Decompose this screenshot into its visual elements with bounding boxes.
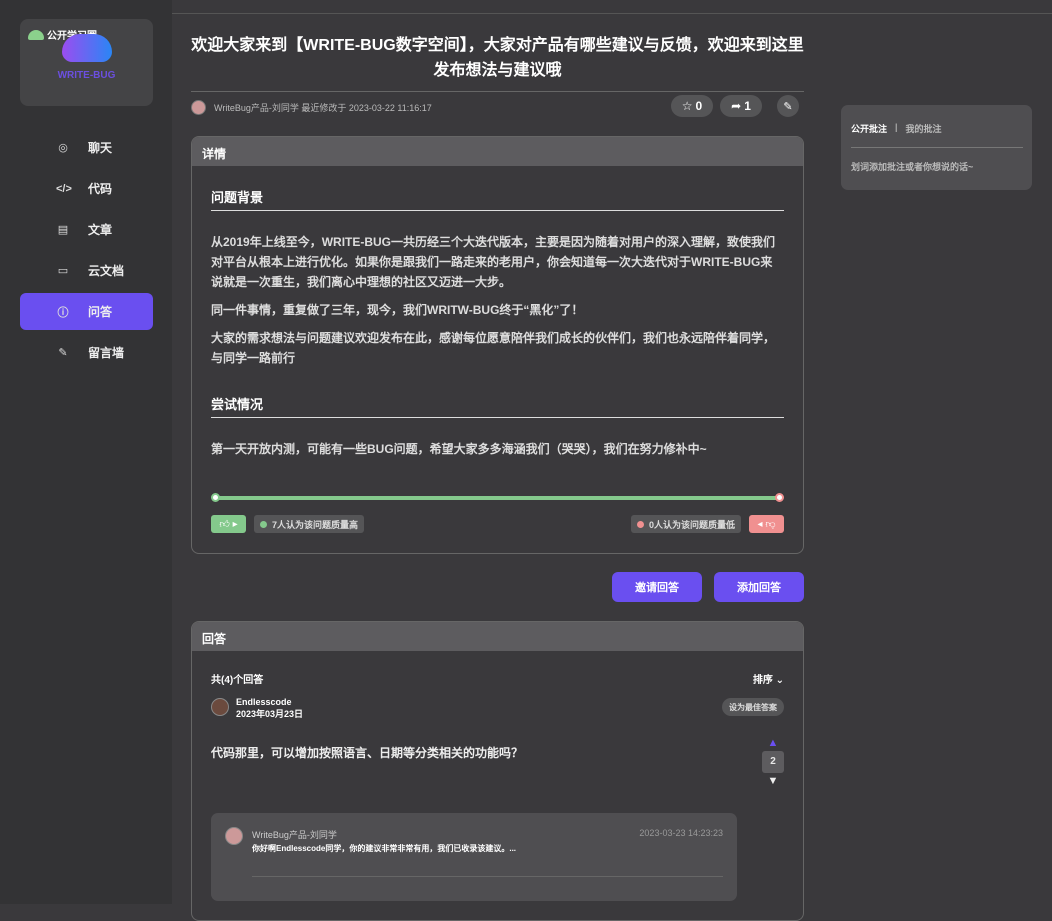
folder-icon: ▭ — [57, 265, 69, 277]
answer-date: 2023年03月23日 — [236, 709, 304, 719]
sidebar-item-qa[interactable]: ⓘ 问答 — [20, 293, 153, 330]
chevron-down-icon: ⌄ — [775, 675, 784, 686]
android-icon — [28, 29, 44, 40]
author-and-date: WriteBug产品-刘同学 最近修改于 2023-03-22 11:16:17 — [214, 102, 432, 113]
tab-public-annotations[interactable]: 公开批注 — [851, 122, 887, 135]
vote-up-icon[interactable]: ▲ — [762, 737, 784, 749]
edit-icon: ✎ — [58, 347, 68, 359]
code-icon: </> — [56, 182, 72, 195]
avatar[interactable] — [211, 698, 229, 716]
sidebar-item-label: 留言墙 — [88, 346, 125, 360]
article-icon: ▤ — [57, 224, 69, 236]
reply-user[interactable]: WriteBug产品-刘同学 — [252, 828, 337, 841]
upvote-quality-button[interactable]: 👍︎ ▸ — [211, 515, 246, 533]
paragraph: 第一天开放内测，可能有一些BUG问题，希望大家多多海涵我们（哭哭），我们在努力修… — [211, 442, 707, 456]
paragraph: 大家的需求想法与问题建议欢迎发布在此，感谢每位愿意陪伴我们成长的伙伴们，我们也永… — [211, 331, 776, 365]
paragraph: 同一件事情，重复做了三年，现今，我们WRITW-BUG终于“黑化”了！ — [211, 303, 584, 317]
sidebar-item-article[interactable]: ▤ 文章 — [20, 211, 153, 248]
answers-card: 回答 共(4)个回答 排序 ⌄ Endlesscode 2023年03月23日 设… — [191, 621, 804, 921]
sidebar-item-label: 聊天 — [88, 141, 113, 155]
green-dot-icon — [260, 520, 267, 528]
tab-my-annotations[interactable]: 我的批注 — [906, 122, 942, 135]
post-meta: WriteBug产品-刘同学 最近修改于 2023-03-22 11:16:17… — [191, 95, 804, 117]
sidebar-item-label: 文章 — [88, 223, 113, 237]
chat-icon: ◎ — [58, 142, 68, 154]
star-count: 0 — [695, 99, 703, 113]
sidebar-item-label: 问答 — [88, 305, 113, 319]
annotation-input[interactable]: 划词添加批注或者你想说的话~ — [851, 160, 973, 173]
brand-name: WRITE-BUG — [57, 70, 116, 81]
downvote-quality-button[interactable]: ◂ 👎︎ — [749, 515, 784, 533]
details-card: 详情 问题背景 从2019年上线至今，WRITE-BUG一共历经三个大迭代版本，… — [191, 136, 804, 554]
reply-divider — [252, 876, 723, 877]
bar-start-dot — [211, 493, 220, 502]
tab-separator: | — [895, 122, 898, 132]
avatar[interactable] — [191, 99, 206, 115]
vote-count: 2 — [762, 751, 784, 773]
share-icon: ➦ — [731, 99, 742, 113]
logo[interactable]: 公开学习圈 WRITE-BUG — [20, 19, 153, 106]
question-icon: ⓘ — [57, 306, 69, 319]
quality-high-text: 7人认为该问题质量高 — [272, 519, 359, 530]
star-icon: ☆ — [681, 99, 693, 113]
edit-button[interactable]: ✎ — [777, 95, 799, 117]
sidebar-nav: ◎ 聊天 </> 代码 ▤ 文章 ▭ 云文档 ⓘ 问答 ✎ 留言墙 — [20, 129, 153, 375]
answer-user[interactable]: Endlesscode — [236, 696, 303, 708]
quality-low-badge: 0人认为该问题质量低 — [630, 515, 741, 533]
answer-text: 代码那里，可以增加按照语言、日期等分类相关的功能吗？ — [211, 746, 524, 760]
quality-ratio-bar — [211, 493, 784, 502]
edit-icon: ✎ — [783, 100, 793, 113]
star-button[interactable]: ☆ 0 — [671, 95, 713, 117]
avatar[interactable] — [225, 827, 243, 845]
add-answer-button[interactable]: 添加回答 — [714, 572, 804, 602]
invite-answer-button[interactable]: 邀请回答 — [612, 572, 702, 602]
sort-dropdown[interactable]: 排序 ⌄ — [753, 671, 784, 686]
sidebar-item-chat[interactable]: ◎ 聊天 — [20, 129, 153, 166]
thumbs-down-icon: ◂ 👎︎ — [757, 519, 776, 530]
vote-down-icon[interactable]: ▼ — [762, 775, 784, 787]
quality-high-badge: 7人认为该问题质量高 — [254, 515, 365, 533]
section-heading-background: 问题背景 — [211, 187, 784, 211]
paragraph: 从2019年上线至今，WRITE-BUG一共历经三个大迭代版本，主要是因为随着对… — [211, 235, 776, 289]
sidebar-item-cloud-docs[interactable]: ▭ 云文档 — [20, 252, 153, 289]
divider — [851, 147, 1023, 148]
reply-time: 2023-03-23 14:23:23 — [639, 828, 723, 838]
thumbs-up-icon: 👍︎ ▸ — [219, 519, 238, 530]
top-divider — [172, 13, 1052, 14]
sort-label: 排序 — [752, 675, 773, 686]
quality-low-text: 0人认为该问题质量低 — [648, 519, 735, 530]
details-header: 详情 — [192, 137, 803, 166]
answer-count: 共(4)个回答 — [211, 675, 264, 686]
reply-box: WriteBug产品-刘同学 2023-03-23 14:23:23 你好啊En… — [211, 813, 737, 901]
vote-widget: ▲ 2 ▼ — [762, 737, 784, 787]
sidebar-item-message-wall[interactable]: ✎ 留言墙 — [20, 334, 153, 371]
answers-header: 回答 — [192, 622, 803, 651]
sidebar: 公开学习圈 WRITE-BUG ◎ 聊天 </> 代码 ▤ 文章 ▭ 云文档 ⓘ 问答 ✎… — [0, 0, 172, 904]
bar-end-dot — [775, 493, 784, 502]
sidebar-item-label: 代码 — [88, 182, 113, 196]
reply-text: 你好啊Endlesscode同学，你的建议非常非常有用，我们已收录该建议。... — [252, 844, 517, 853]
sidebar-item-code[interactable]: </> 代码 — [20, 170, 153, 207]
set-best-answer-button[interactable]: 设为最佳答案 — [722, 698, 784, 716]
share-button[interactable]: ➦ 1 — [720, 95, 762, 117]
sidebar-item-label: 云文档 — [88, 264, 125, 278]
answer-item: 共(4)个回答 排序 ⌄ Endlesscode 2023年03月23日 设为最佳… — [192, 651, 803, 920]
red-dot-icon — [636, 520, 644, 528]
page-title: 欢迎大家来到【WRITE-BUG数字空间】，大家对产品有哪些建议与反馈，欢迎来到… — [191, 33, 804, 92]
robot-logo-icon — [62, 34, 112, 62]
section-heading-attempts: 尝试情况 — [211, 394, 784, 418]
share-count: 1 — [744, 99, 751, 113]
annotation-panel: 公开批注 | 我的批注 划词添加批注或者你想说的话~ — [841, 105, 1032, 190]
